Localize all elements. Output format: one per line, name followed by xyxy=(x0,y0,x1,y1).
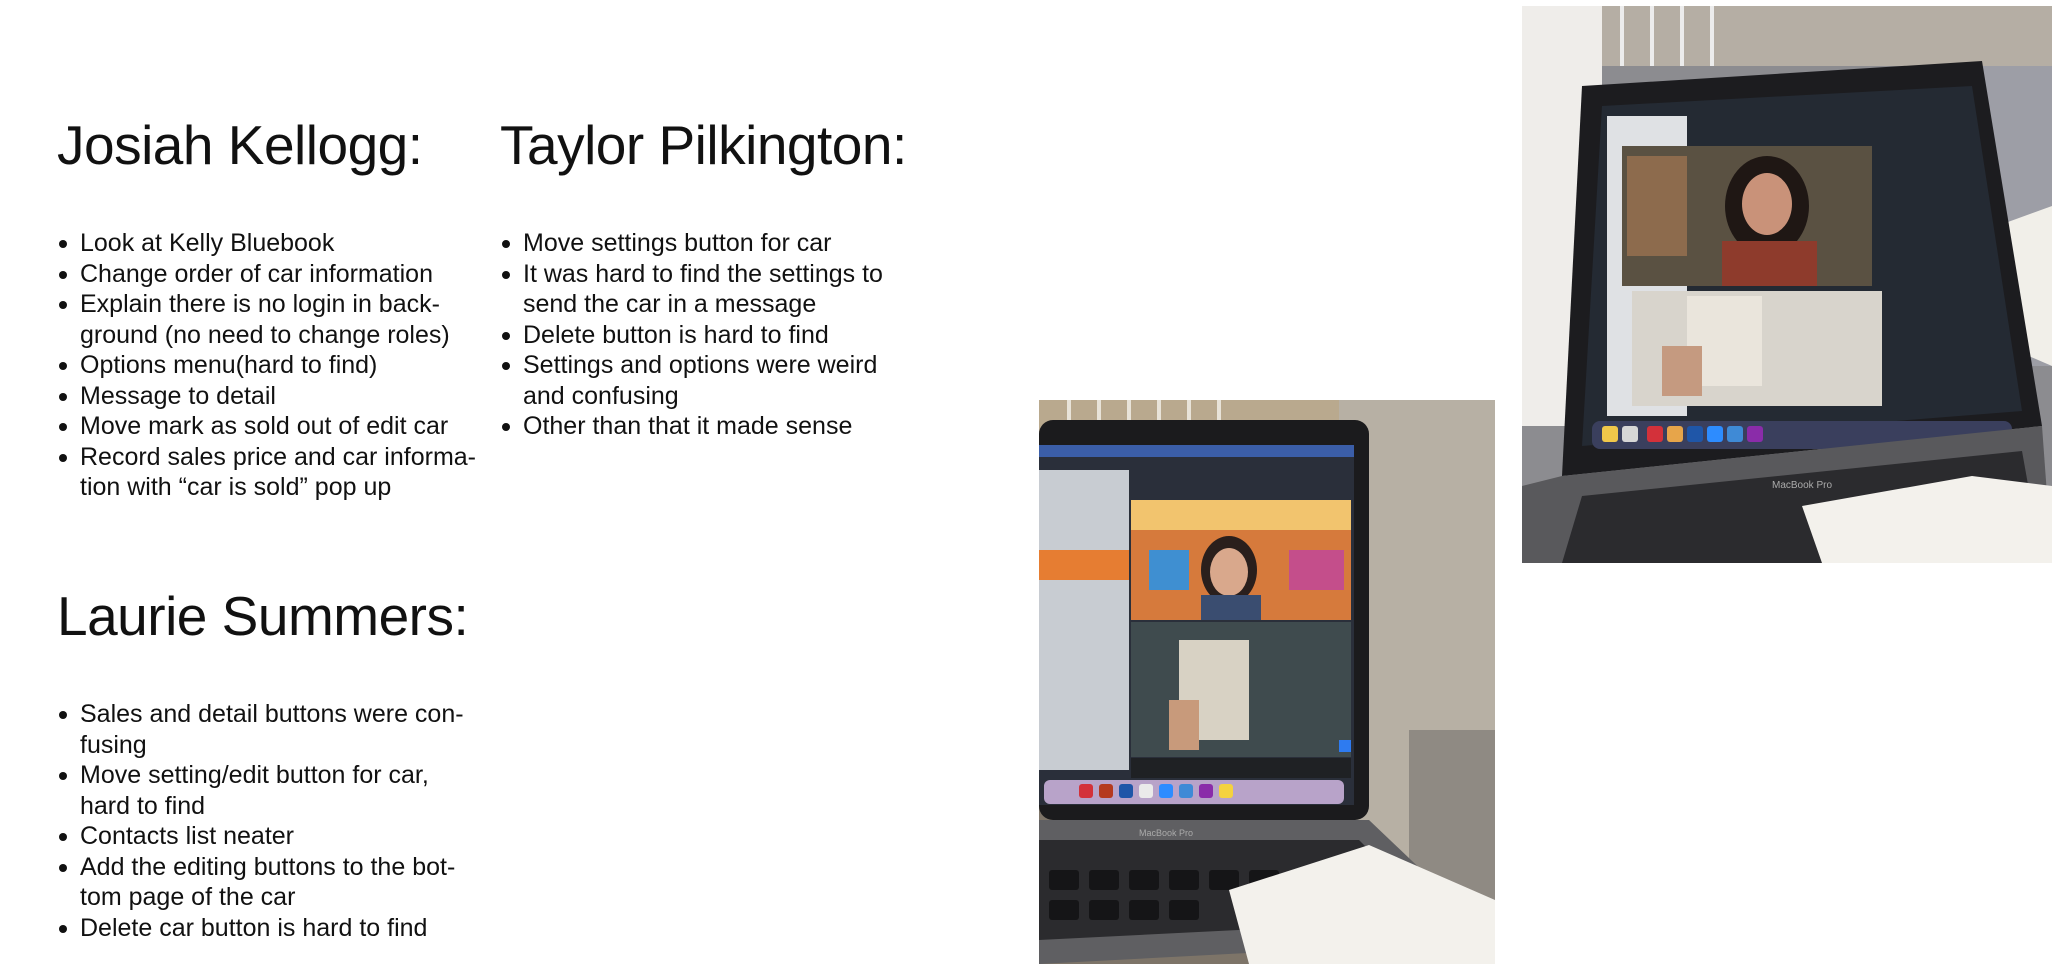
list-item: Move settings button for car xyxy=(500,228,910,259)
list-item: Settings and options were weird and conf… xyxy=(500,350,910,411)
list-item: Contacts list neater xyxy=(57,821,477,852)
laptop-brand-label: MacBook Pro xyxy=(1772,480,1832,491)
list-item: Move setting/edit button for car, hard t… xyxy=(57,760,477,821)
list-item: Delete button is hard to find xyxy=(500,320,910,351)
list-item: It was hard to find the settings to send… xyxy=(500,259,910,320)
laptop-zoom-photo: MacBook Pro xyxy=(1522,6,2052,563)
laptop-brand-label: MacBook Pro xyxy=(1139,828,1193,838)
section-heading: Laurie Summers: xyxy=(57,585,469,647)
feedback-list: Move settings button for car It was hard… xyxy=(500,228,910,442)
feedback-list: Sales and detail buttons were con-fusing… xyxy=(57,699,477,943)
feedback-section-laurie: Laurie Summers: Sales and detail buttons… xyxy=(57,585,487,942)
list-item: Options menu(hard to find) xyxy=(57,350,477,381)
usability-test-photo-1: MacBook Pro xyxy=(1039,400,1495,964)
list-item: Add the editing buttons to the bot-tom p… xyxy=(57,852,477,913)
list-item: Sales and detail buttons were con-fusing xyxy=(57,699,477,760)
list-item: Move mark as sold out of edit car xyxy=(57,411,477,442)
list-item: Other than that it made sense xyxy=(500,411,910,442)
list-item: Change order of car information xyxy=(57,259,477,290)
feedback-list: Look at Kelly Bluebook Change order of c… xyxy=(57,228,477,503)
usability-test-photo-2: MacBook Pro xyxy=(1522,6,2052,563)
section-heading: Josiah Kellogg: xyxy=(57,114,423,176)
list-item: Look at Kelly Bluebook xyxy=(57,228,477,259)
list-item: Explain there is no login in back-ground… xyxy=(57,289,477,350)
feedback-section-taylor: Taylor Pilkington: Move settings button … xyxy=(500,114,920,441)
list-item: Delete car button is hard to find xyxy=(57,913,477,944)
feedback-list: Look at Kelly Bluebook Change order of c… xyxy=(57,228,477,503)
feedback-section-josiah: Josiah Kellogg: Look at Kelly Bluebook C… xyxy=(57,114,487,502)
laptop-zoom-photo: MacBook Pro xyxy=(1039,400,1495,964)
list-item: Record sales price and car informa-tion … xyxy=(57,442,477,503)
section-heading: Taylor Pilkington: xyxy=(500,114,907,176)
list-item: Message to detail xyxy=(57,381,477,412)
